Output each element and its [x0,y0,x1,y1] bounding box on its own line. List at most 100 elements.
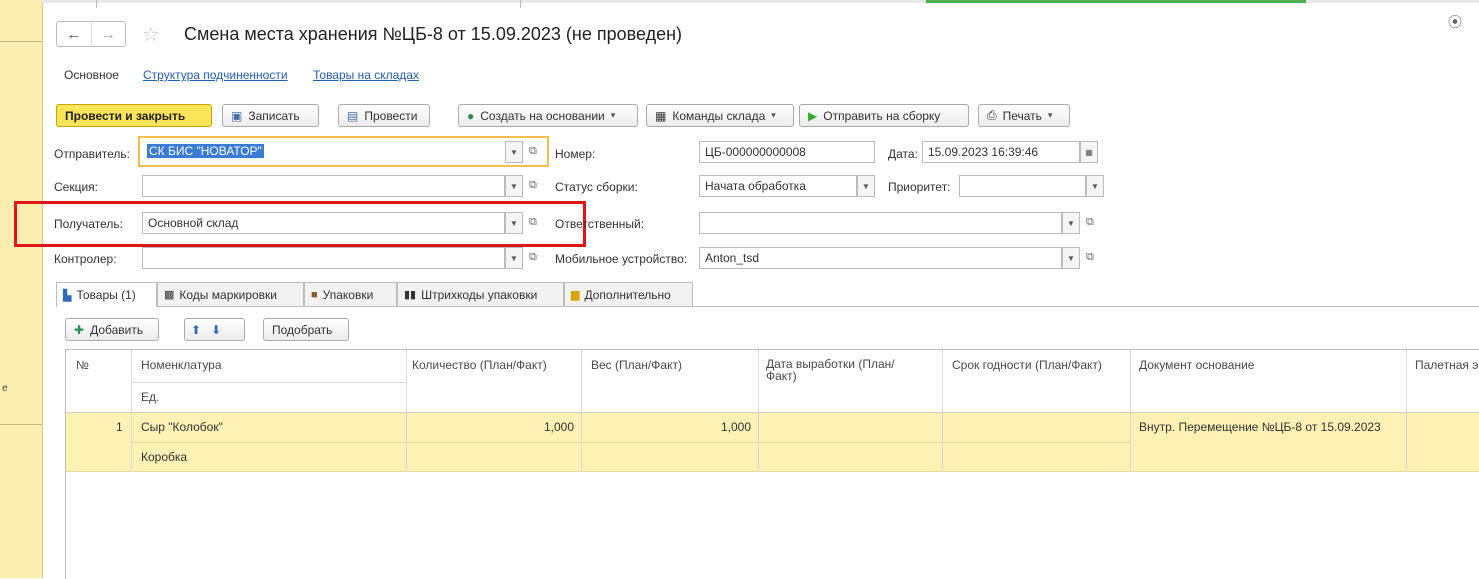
controller-field[interactable] [142,247,505,269]
plus-circle-icon: ● [467,108,475,123]
tab-package-barcodes-label: Штрихкоды упаковки [421,287,538,302]
column-header-quantity[interactable]: Количество (План/Факт) [412,358,547,372]
move-buttons: ⬆ ⬇ [184,318,245,341]
assembly-status-field[interactable]: Начата обработка [699,175,857,197]
table-cell-unit[interactable]: Коробка [141,450,187,464]
tab-additional-label: Дополнительно [584,287,671,302]
sender-field[interactable]: СК БИС "НОВАТОР" [138,136,549,167]
column-header-unit[interactable]: Ед. [141,390,159,404]
open-icon[interactable]: ⧉ [529,145,537,158]
responsible-dropdown-button[interactable]: ▼ [1062,212,1080,234]
sender-value: СК БИС "НОВАТОР" [147,144,264,158]
settings-icon[interactable]: ⦿ [1448,12,1468,32]
controller-label: Контролер: [54,252,117,266]
number-field[interactable]: ЦБ-000000000008 [699,141,875,163]
send-to-assembly-label: Отправить на сборку [823,108,941,123]
open-icon[interactable]: ⧉ [1086,216,1094,229]
sender-label: Отправитель: [54,147,130,161]
post-button[interactable]: ▤ Провести [338,104,430,127]
table-cell-quantity[interactable]: 1,000 [406,420,574,434]
sender-dropdown-button[interactable]: ▼ [505,141,523,163]
printer-icon: ⎙ [987,108,997,122]
active-window-tab-indicator[interactable] [926,0,1306,3]
save-label: Записать [248,108,300,123]
chevron-down-icon: ▼ [510,147,518,157]
priority-dropdown-button[interactable]: ▼ [1086,175,1104,197]
chevron-down-icon: ▼ [862,181,870,191]
print-button[interactable]: ⎙ Печать ▾ [978,104,1070,127]
controller-dropdown-button[interactable]: ▼ [505,247,523,269]
open-icon[interactable]: ⧉ [1086,251,1094,264]
assembly-status-dropdown-button[interactable]: ▼ [857,175,875,197]
tab-additional[interactable]: ▆ Дополнительно [564,282,693,306]
mobile-device-field[interactable]: Anton_tsd [699,247,1062,269]
responsible-field[interactable] [699,212,1062,234]
qr-code-icon: ▩ [164,289,175,301]
chevron-down-icon: ▼ [510,253,518,263]
priority-field[interactable] [959,175,1086,197]
calendar-button[interactable]: ▦ [1080,141,1098,163]
arrow-up-icon[interactable]: ⬆ [191,323,201,337]
open-icon[interactable]: ⧉ [529,179,537,192]
subtab-main[interactable]: Основное [64,68,119,82]
calculator-icon: ▦ [655,108,667,123]
chevron-down-icon: ▼ [1067,253,1075,263]
column-header-pallet[interactable]: Палетная э [1415,358,1478,372]
column-header-base-document[interactable]: Документ основание [1139,358,1254,372]
add-row-button[interactable]: ✚ Добавить [65,318,159,341]
table-cell-base-document[interactable]: Внутр. Перемещение №ЦБ-8 от 15.09.2023 [1139,420,1381,434]
create-based-label: Создать на основании [480,108,605,123]
warehouse-commands-button[interactable]: ▦ Команды склада ▾ [646,104,794,127]
page-title: Смена места хранения №ЦБ-8 от 15.09.2023… [184,24,683,44]
column-header-weight[interactable]: Вес (План/Факт) [591,358,682,372]
left-panel-strip [0,0,43,578]
table-cell-weight[interactable]: 1,000 [581,420,751,434]
mobile-device-dropdown-button[interactable]: ▼ [1062,247,1080,269]
date-field[interactable]: 15.09.2023 16:39:46 [922,141,1080,163]
send-to-assembly-button[interactable]: ▶ Отправить на сборку [799,104,969,127]
open-icon[interactable]: ⧉ [529,251,537,264]
arrow-down-icon[interactable]: ⬇ [211,323,221,337]
tab-packages[interactable]: ■ Упаковки [304,282,397,306]
pick-label: Подобрать [272,322,333,337]
priority-label: Приоритет: [888,180,951,194]
chevron-down-icon: ▾ [1047,110,1053,120]
box-icon: ■ [311,288,318,301]
add-row-label: Добавить [90,322,144,337]
annotation-highlight-box [14,201,586,247]
tab-marking-codes-label: Коды маркировки [179,287,277,302]
post-and-close-button[interactable]: Провести и закрыть [56,104,212,127]
tab-package-barcodes[interactable]: ▮▮ Штрихкоды упаковки [397,282,564,306]
table-cell-nomenclature[interactable]: Сыр "Колобок" [141,420,223,434]
chevron-down-icon: ▼ [1067,218,1075,228]
navigation-buttons: ← → [56,21,126,47]
assembly-status-label: Статус сборки: [555,180,638,194]
column-header-nomenclature[interactable]: Номенклатура [141,358,222,372]
tab-marking-codes[interactable]: ▩ Коды маркировки [157,282,304,306]
star-icon[interactable]: ☆ [142,22,160,47]
column-header-production-date[interactable]: Дата выработки (План/Факт) [766,358,906,382]
tab-goods[interactable]: ▙ Товары (1) [56,282,157,307]
chevron-down-icon: ▾ [610,110,616,120]
forward-button[interactable]: → [90,22,126,46]
document-icon: ▆ [571,289,580,301]
column-header-expiry[interactable]: Срок годности (План/Факт) [952,358,1102,372]
subtab-warehouse-goods-link[interactable]: Товары на складах [313,68,419,82]
subtab-structure-link[interactable]: Структура подчиненности [143,68,288,82]
number-label: Номер: [555,147,596,161]
create-based-on-button[interactable]: ● Создать на основании ▾ [458,104,638,127]
pick-button[interactable]: Подобрать [263,318,349,341]
plus-icon: ✚ [74,322,85,337]
back-button[interactable]: ← [57,22,91,46]
column-header-num[interactable]: № [76,358,89,372]
section-field[interactable] [142,175,505,197]
save-button[interactable]: ▣ Записать [222,104,319,127]
post-and-close-label: Провести и закрыть [65,108,186,123]
section-dropdown-button[interactable]: ▼ [505,175,523,197]
responsible-label: Ответственный: [555,217,645,231]
play-icon: ▶ [808,108,818,123]
tab-bar: ▙ Товары (1) ▩ Коды маркировки ■ Упаковки ▮… [56,282,1479,307]
table-cell-num[interactable]: 1 [116,420,123,434]
post-label: Провести [364,108,418,123]
top-tab-separator [96,0,97,8]
